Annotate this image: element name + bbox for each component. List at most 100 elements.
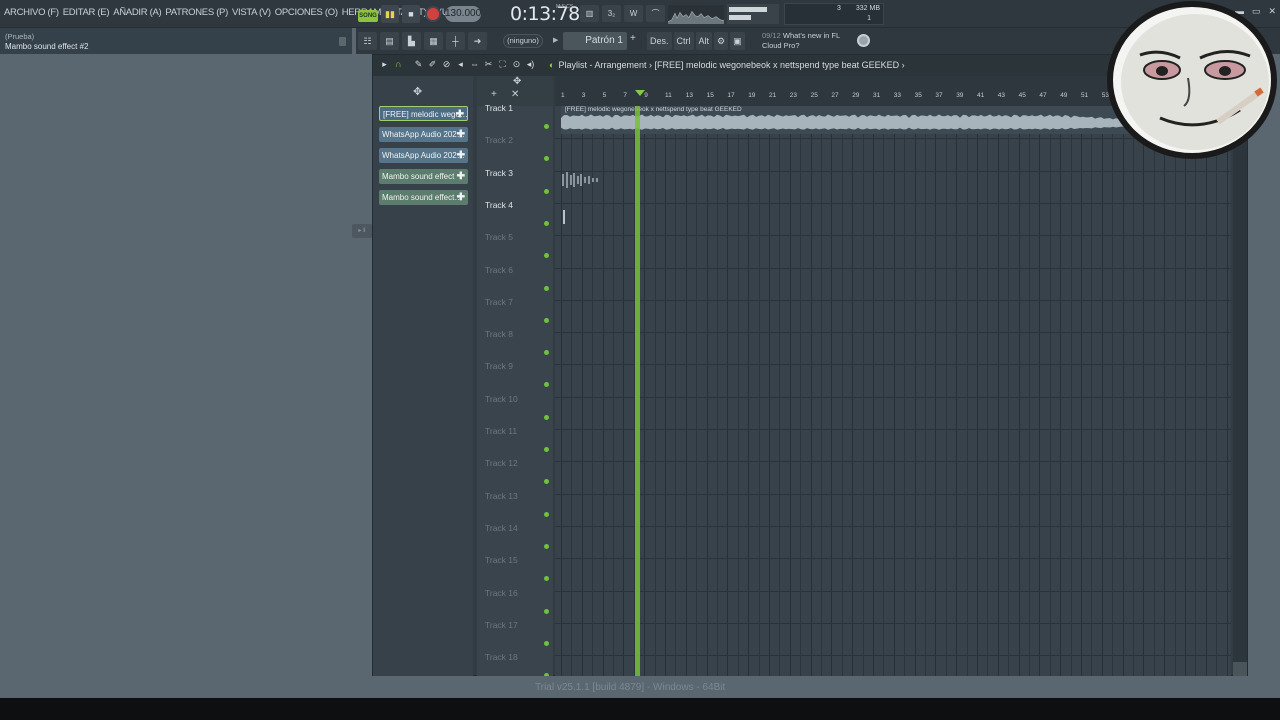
- track-mute-led[interactable]: [544, 414, 549, 420]
- track-label[interactable]: Track 11: [485, 426, 517, 436]
- track-mute-led[interactable]: [544, 220, 549, 226]
- loop-record-icon[interactable]: ⌒: [646, 5, 665, 22]
- track-label[interactable]: Track 3: [485, 168, 513, 178]
- channel-rack-icon[interactable]: ▤: [380, 32, 399, 50]
- audio-clip-track4[interactable]: [561, 208, 569, 226]
- wrench-icon[interactable]: ⚙: [714, 32, 729, 50]
- track-mute-led[interactable]: [544, 576, 549, 582]
- clip-add-icon[interactable]: ✚: [457, 169, 465, 184]
- track-mute-led[interactable]: [544, 156, 549, 162]
- alt-button[interactable]: Alt: [695, 32, 713, 50]
- clip-add-icon[interactable]: ✚: [457, 127, 465, 142]
- arrow-right-icon[interactable]: ➜: [468, 32, 487, 50]
- menu-item-4[interactable]: VISTA (V): [232, 7, 271, 18]
- track-mute-led[interactable]: [544, 285, 549, 291]
- pattern-selector[interactable]: Patrón 1: [563, 32, 627, 50]
- song-mode-toggle[interactable]: SONG: [358, 10, 378, 22]
- select-tool-icon[interactable]: ⛶: [497, 59, 508, 70]
- menu-item-0[interactable]: ARCHIVO (F): [4, 7, 59, 18]
- draw-tool-icon[interactable]: ✎: [413, 59, 424, 70]
- track-mute-led[interactable]: [544, 479, 549, 485]
- playhead-marker-icon[interactable]: [635, 90, 645, 96]
- lock-icon[interactable]: [339, 37, 346, 46]
- track-label[interactable]: Track 4: [485, 200, 513, 210]
- menu-item-2[interactable]: AÑADIR (A): [113, 7, 162, 18]
- magnet-icon[interactable]: ∩: [393, 59, 404, 70]
- track-label[interactable]: Track 15: [485, 555, 518, 565]
- wait-input-icon[interactable]: W: [624, 5, 643, 22]
- track-label[interactable]: Track 2: [485, 135, 513, 145]
- track-mute-led[interactable]: [544, 124, 549, 129]
- globe-icon[interactable]: [857, 34, 870, 47]
- track-mute-led[interactable]: [544, 253, 549, 259]
- browser-collapse-tab[interactable]: ▸ ‖: [352, 224, 372, 238]
- clip-item[interactable]: Mambo sound effect… ✚: [379, 190, 468, 205]
- slice-tool-icon[interactable]: ✂: [483, 59, 494, 70]
- news-panel[interactable]: 09/12 What's new in FL Cloud Pro?: [762, 31, 840, 51]
- scroll-down-icon[interactable]: [1233, 662, 1247, 676]
- countdown-icon[interactable]: 3₂: [602, 5, 621, 22]
- track-label[interactable]: Track 6: [485, 265, 513, 275]
- clip-add-icon[interactable]: ✚: [457, 148, 465, 163]
- remove-track-icon[interactable]: ✕: [511, 89, 519, 100]
- track-mute-led[interactable]: [544, 511, 549, 517]
- playlist-icon[interactable]: ☷: [358, 32, 377, 50]
- audio-clip-track3[interactable]: [561, 170, 601, 190]
- track-label[interactable]: Track 9: [485, 361, 513, 371]
- record-button[interactable]: [425, 6, 441, 22]
- track-label[interactable]: Track 7: [485, 297, 513, 307]
- arrangement-grid[interactable]: [FREE] melodic wegonebeok x nettspend ty…: [555, 106, 1231, 676]
- track-label[interactable]: Track 1: [485, 103, 513, 113]
- play-button[interactable]: ▮▮: [381, 5, 399, 23]
- mixer-icon[interactable]: ┼: [446, 32, 465, 50]
- track-mute-led[interactable]: [544, 317, 549, 323]
- track-label[interactable]: Track 17: [485, 620, 518, 630]
- track-mute-led[interactable]: [544, 640, 549, 646]
- track-label[interactable]: Track 12: [485, 458, 518, 468]
- master-volume-display[interactable]: [727, 4, 779, 24]
- browser-icon[interactable]: ▦: [424, 32, 443, 50]
- clip-picker-move-icon[interactable]: ✥: [413, 85, 422, 98]
- track-mute-led[interactable]: [544, 188, 549, 194]
- move-icon[interactable]: ✥: [513, 76, 521, 87]
- slip-tool-icon[interactable]: ⇔: [469, 59, 480, 70]
- clip-item[interactable]: Mambo sound effect ✚: [379, 169, 468, 184]
- clip-item[interactable]: WhatsApp Audio 202… ✚: [379, 148, 468, 163]
- mute-tool-icon[interactable]: ◂: [455, 59, 466, 70]
- track-label[interactable]: Track 16: [485, 588, 518, 598]
- stop-button[interactable]: ■: [402, 5, 420, 23]
- delete-tool-icon[interactable]: ⊘: [441, 59, 452, 70]
- track-mute-led[interactable]: [544, 382, 549, 388]
- track-mute-led[interactable]: [544, 608, 549, 614]
- menu-item-3[interactable]: PATRONES (P): [165, 7, 228, 18]
- menu-item-5[interactable]: OPCIONES (O): [275, 7, 338, 18]
- clip-item[interactable]: WhatsApp Audio 202… ✚: [379, 127, 468, 142]
- shop-icon[interactable]: ▣: [730, 32, 745, 50]
- track-label[interactable]: Track 10: [485, 394, 518, 404]
- track-label[interactable]: Track 14: [485, 523, 518, 533]
- menu-item-1[interactable]: EDITAR (E): [63, 7, 110, 18]
- track-mute-led[interactable]: [544, 543, 549, 549]
- clip-item[interactable]: [FREE] melodic wego… ✚: [379, 106, 468, 121]
- snap-selector[interactable]: (ninguno): [503, 34, 543, 48]
- track-label[interactable]: Track 18: [485, 652, 518, 662]
- vertical-scrollbar[interactable]: [1233, 106, 1247, 676]
- track-mute-led[interactable]: [544, 447, 549, 452]
- track-label[interactable]: Track 13: [485, 491, 518, 501]
- clip-add-icon[interactable]: ✚: [457, 190, 465, 205]
- ctrl-button[interactable]: Ctrl: [673, 32, 694, 50]
- zoom-tool-icon[interactable]: ⊙: [511, 59, 522, 70]
- track-label[interactable]: Track 8: [485, 329, 513, 339]
- des-button[interactable]: Des.: [647, 32, 672, 50]
- playlist-menu-icon[interactable]: ▸: [379, 59, 390, 70]
- metronome-icon[interactable]: ▥: [580, 5, 599, 22]
- tempo-display[interactable]: 130.000: [445, 6, 481, 22]
- playback-tool-icon[interactable]: ◂): [525, 59, 536, 70]
- playhead[interactable]: [635, 106, 640, 676]
- pattern-prev-icon[interactable]: ▶: [553, 36, 558, 44]
- track-mute-led[interactable]: [544, 350, 549, 356]
- track-label[interactable]: Track 5: [485, 232, 513, 242]
- piano-roll-icon[interactable]: ▙: [402, 32, 421, 50]
- clip-add-icon[interactable]: ✚: [456, 107, 464, 120]
- paint-tool-icon[interactable]: ✐: [427, 59, 438, 70]
